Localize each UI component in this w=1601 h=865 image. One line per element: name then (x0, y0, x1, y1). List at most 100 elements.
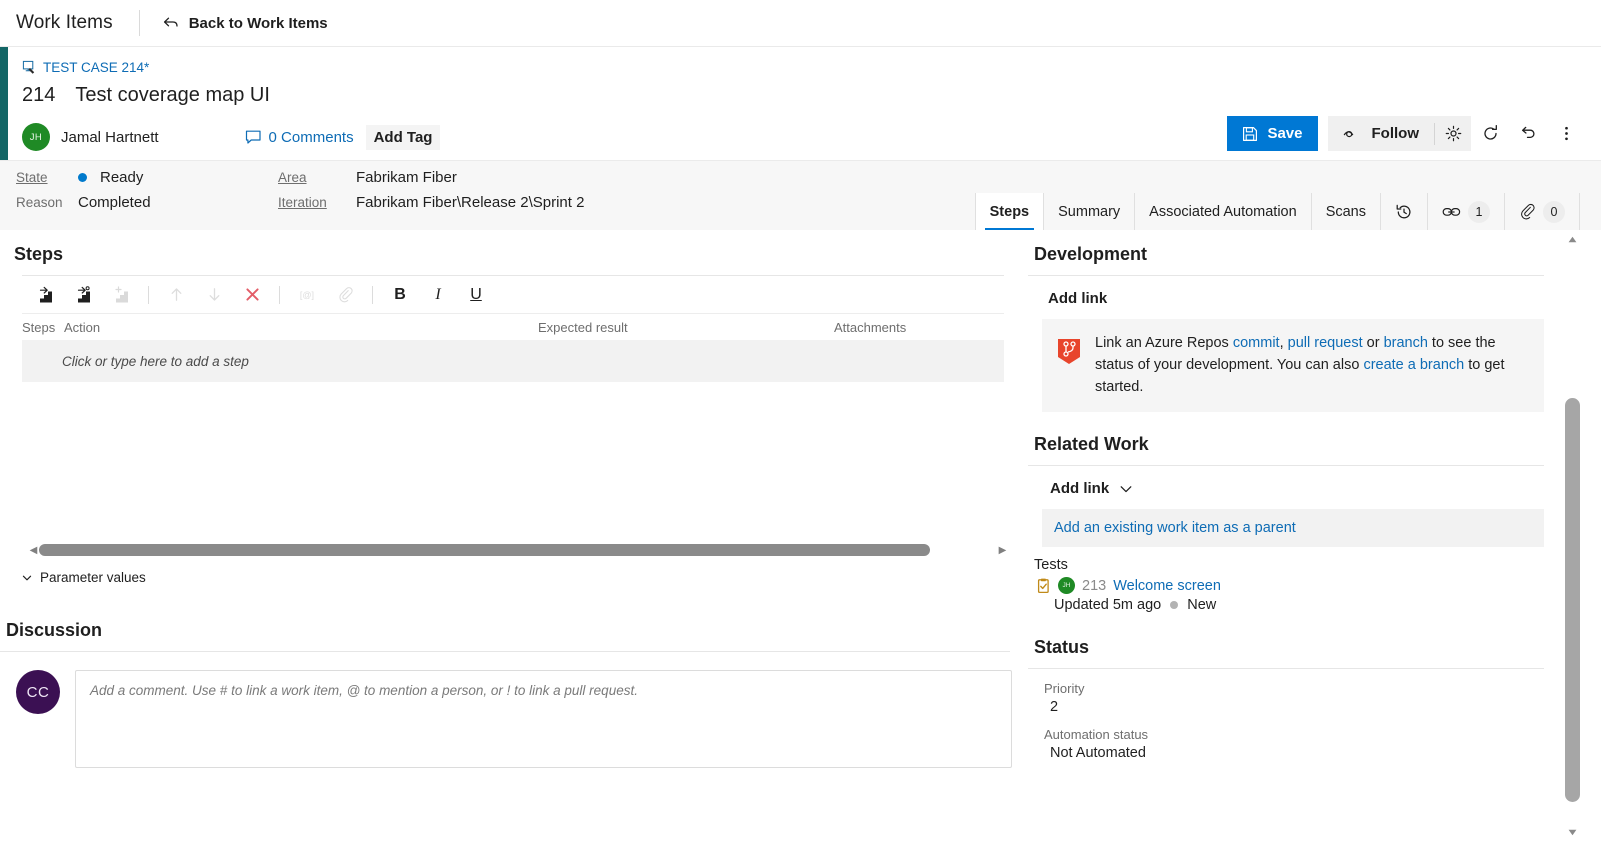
work-item-meta-row: JH Jamal Hartnett 0 Comments Add Tag Sav… (22, 114, 1585, 160)
insert-parameter-icon: [@] (288, 278, 326, 312)
italic-button[interactable]: I (419, 278, 457, 312)
discussion-section: Discussion CC Add a comment. Use # to li… (0, 620, 1012, 768)
dev-link-commit[interactable]: commit (1233, 335, 1280, 351)
tab-scans[interactable]: Scans (1312, 193, 1381, 230)
test-case-icon (22, 60, 35, 74)
work-item-id: 214 (22, 84, 56, 106)
related-work-add-link-button[interactable]: Add link (1028, 466, 1544, 509)
work-item-title[interactable]: Test coverage map UI (75, 84, 270, 107)
fields-strip: State Ready Area Fabrikam Fiber Reason C… (0, 160, 1601, 230)
scroll-up-arrow-icon[interactable] (1565, 232, 1580, 247)
iteration-label: Iteration (278, 195, 327, 210)
related-work-section: Related Work Add link Add an existing wo… (1028, 412, 1544, 613)
scroll-left-arrow-icon[interactable]: ◀ (28, 545, 39, 556)
dev-link-pull-request[interactable]: pull request (1288, 335, 1363, 351)
reason-field[interactable]: Completed (78, 194, 278, 211)
automation-status-value[interactable]: Not Automated (1028, 745, 1544, 761)
tab-associated-automation[interactable]: Associated Automation (1135, 193, 1312, 230)
page-vertical-scrollbar[interactable] (1560, 230, 1581, 842)
steps-heading: Steps (14, 244, 64, 264)
insert-step-icon[interactable] (26, 278, 64, 312)
scroll-down-arrow-icon[interactable] (1565, 825, 1580, 840)
back-to-work-items-button[interactable]: Back to Work Items (162, 14, 328, 32)
underline-button[interactable]: U (457, 278, 495, 312)
development-add-link-label[interactable]: Add link (1028, 276, 1544, 319)
add-tag-button[interactable]: Add Tag (365, 124, 441, 150)
steps-hscroll-thumb[interactable] (39, 544, 930, 556)
vertical-scrollbar-thumb[interactable] (1565, 398, 1580, 802)
parameter-values-toggle[interactable]: Parameter values (22, 570, 146, 585)
steps-toolbar: [@] B I U (22, 276, 1004, 314)
follow-settings-button[interactable] (1435, 116, 1471, 151)
area-label: Area (278, 170, 307, 185)
toolbar-divider-2 (279, 285, 280, 304)
underline-label: U (470, 285, 482, 303)
area-field[interactable]: Fabrikam Fiber (356, 169, 584, 186)
priority-value[interactable]: 2 (1028, 699, 1544, 715)
tab-attachments[interactable]: 0 (1505, 193, 1580, 230)
avatar[interactable]: JH (22, 123, 50, 151)
details-pane: Development Add link Link an Azure Repos… (1020, 230, 1560, 842)
vertical-scrollbar-track[interactable] (1564, 230, 1581, 842)
related-work-state-dot-icon (1170, 601, 1179, 609)
iteration-field[interactable]: Fabrikam Fiber\Release 2\Sprint 2 (356, 194, 584, 211)
dev-text-part1: Link an Azure Repos (1095, 335, 1233, 351)
work-item-type-row: TEST CASE 214* (22, 56, 1585, 78)
work-item-title-row: 214 Test coverage map UI (22, 84, 1585, 107)
chevron-down-icon (22, 575, 32, 580)
assigned-to-name[interactable]: Jamal Hartnett (61, 129, 159, 146)
attachments-count: 0 (1543, 200, 1565, 223)
add-existing-parent-link[interactable]: Add an existing work item as a parent (1042, 509, 1544, 547)
related-work-avatar-initials: JH (1062, 582, 1071, 589)
attachment-paperclip-icon (1521, 203, 1535, 219)
current-user-initials: CC (26, 683, 50, 701)
related-work-item-state: New (1187, 597, 1217, 613)
follow-label: Follow (1371, 125, 1420, 142)
column-header-steps: Steps (22, 319, 56, 335)
comment-input[interactable]: Add a comment. Use # to link a work item… (75, 670, 1012, 768)
work-item-accent-bar (0, 47, 8, 173)
delete-step-icon[interactable] (233, 278, 271, 312)
save-button[interactable]: Save (1227, 116, 1318, 151)
related-work-item-updated: Updated 5m ago (1054, 597, 1162, 613)
state-field[interactable]: Ready (78, 169, 278, 186)
tab-links[interactable]: 1 (1428, 193, 1505, 230)
steps-hscroll-track[interactable] (39, 544, 997, 556)
comments-link[interactable]: 0 Comments (245, 129, 354, 146)
related-work-item-title[interactable]: Welcome screen (1113, 578, 1221, 594)
state-dot-icon (78, 173, 87, 182)
dev-link-branch[interactable]: branch (1384, 335, 1428, 351)
add-step-row[interactable]: Click or type here to add a step (22, 340, 1004, 382)
related-work-item[interactable]: JH 213 Welcome screen (1028, 577, 1544, 594)
more-actions-button[interactable] (1547, 116, 1585, 151)
steps-horizontal-scrollbar[interactable]: ◀ ▶ (28, 542, 1008, 558)
automation-status-label: Automation status (1044, 727, 1149, 742)
azure-repos-branch-icon (1058, 339, 1080, 364)
hub-divider (138, 10, 140, 36)
development-help-text: Link an Azure Repos commit, pull request… (1095, 332, 1530, 398)
work-item-type-label[interactable]: TEST CASE 214* (43, 60, 149, 75)
related-work-heading: Related Work (1034, 434, 1149, 454)
comments-count-label: 0 Comments (268, 128, 354, 146)
current-user-avatar[interactable]: CC (16, 670, 60, 714)
bold-button[interactable]: B (381, 278, 419, 312)
follow-button[interactable]: Follow (1328, 116, 1435, 151)
scroll-right-arrow-icon[interactable]: ▶ (997, 545, 1008, 556)
back-arrow-icon (163, 17, 178, 27)
revert-changes-button[interactable] (1509, 116, 1547, 151)
tab-steps[interactable]: Steps (975, 193, 1045, 230)
insert-shared-step-icon[interactable] (64, 278, 102, 312)
related-work-item-id: 213 (1082, 577, 1107, 594)
dev-link-create-branch[interactable]: create a branch (1363, 357, 1464, 373)
tab-history[interactable] (1381, 193, 1428, 230)
status-heading: Status (1034, 637, 1090, 657)
bold-label: B (394, 285, 406, 303)
discussion-heading: Discussion (6, 620, 103, 640)
attach-file-icon (326, 278, 364, 312)
refresh-button[interactable] (1471, 116, 1509, 151)
save-label: Save (1267, 125, 1303, 142)
state-value: Ready (100, 169, 144, 186)
tab-summary[interactable]: Summary (1044, 193, 1136, 230)
gear-icon (1445, 125, 1461, 142)
toolbar-divider-3 (372, 285, 373, 304)
